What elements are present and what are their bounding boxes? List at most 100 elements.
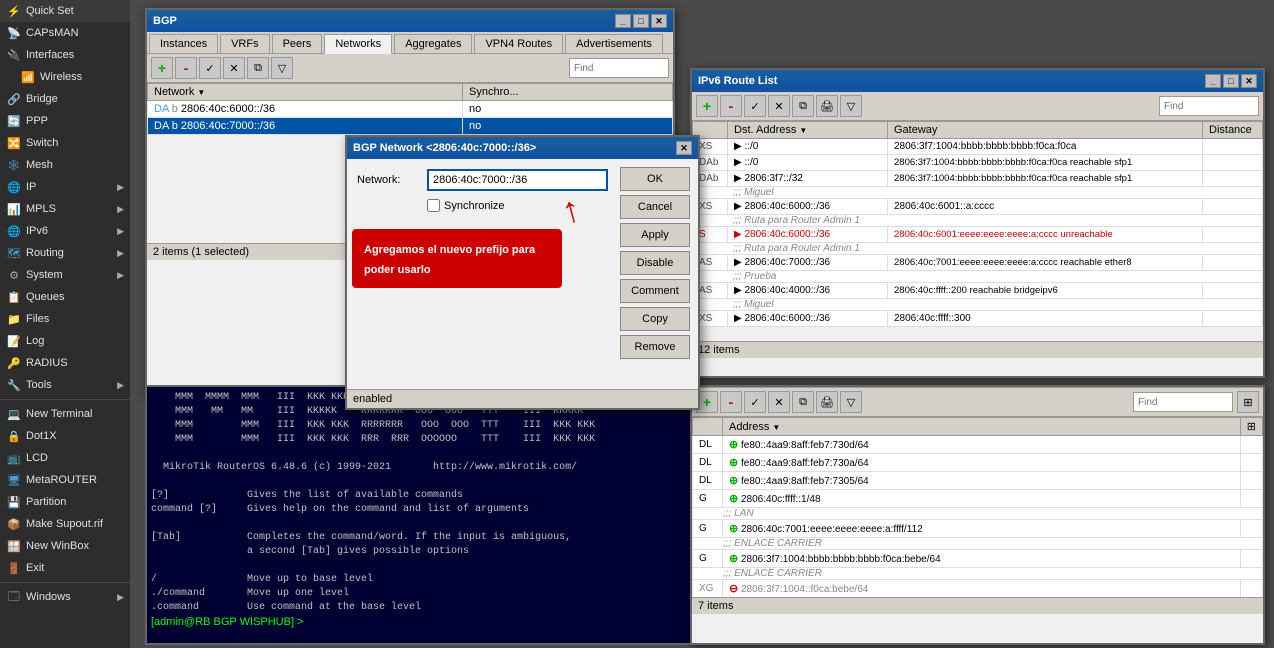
- table-row[interactable]: G ⊕ 2806:40c:7001:eeee:eeee:eeee:a:ffff/…: [693, 520, 1263, 538]
- sidebar-item-queues[interactable]: 📋 Queues: [0, 286, 130, 308]
- tab-vpn4-routes[interactable]: VPN4 Routes: [474, 34, 563, 53]
- bgp-maximize-button[interactable]: □: [633, 14, 649, 28]
- cross-button[interactable]: ✕: [768, 391, 790, 413]
- sidebar-item-meta-router[interactable]: 🖥 MetaROUTER: [0, 469, 130, 491]
- table-row[interactable]: DL ⊕ fe80::4aa9:8aff:feb7:7305/64: [693, 472, 1263, 490]
- add-button[interactable]: +: [696, 95, 718, 117]
- disable-button[interactable]: Disable: [620, 251, 690, 275]
- sidebar-item-routing[interactable]: 🗺 Routing ▶: [0, 242, 130, 264]
- sidebar-item-windows[interactable]: 🗔 Windows ▶: [0, 586, 130, 608]
- table-row[interactable]: DL ⊕ fe80::4aa9:8aff:feb7:730d/64: [693, 436, 1263, 454]
- copy-button[interactable]: ⧉: [792, 95, 814, 117]
- sidebar-item-radius[interactable]: 🔑 RADIUS: [0, 352, 130, 374]
- table-row[interactable]: XS ▶ ::/0 2806:3f7:1004:bbbb:bbbb:bbbb:f…: [693, 139, 1263, 155]
- tab-peers[interactable]: Peers: [272, 34, 323, 53]
- sidebar-item-make-supout[interactable]: 📦 Make Supout.rif: [0, 513, 130, 535]
- table-row[interactable]: DAb ▶ 2806:3f7::/32 2806:3f7:1004:bbbb:b…: [693, 171, 1263, 187]
- copy-button[interactable]: Copy: [620, 307, 690, 331]
- filter-button[interactable]: ▽: [840, 391, 862, 413]
- sidebar-item-bridge[interactable]: 🔗 Bridge: [0, 88, 130, 110]
- sidebar-item-new-terminal[interactable]: 💻 New Terminal: [0, 403, 130, 425]
- print-button[interactable]: 🖨: [816, 95, 838, 117]
- meta-router-icon: 🖥: [6, 472, 22, 488]
- col-network[interactable]: Network ▼: [148, 84, 463, 101]
- tab-vrfs[interactable]: VRFs: [220, 34, 270, 53]
- dialog-close-button[interactable]: ✕: [676, 141, 692, 155]
- check-button[interactable]: ✓: [744, 95, 766, 117]
- check-button[interactable]: ✓: [199, 57, 221, 79]
- remove-button[interactable]: -: [720, 391, 742, 413]
- sidebar-item-ppp[interactable]: 🔄 PPP: [0, 110, 130, 132]
- col-distance[interactable]: Distance: [1203, 122, 1263, 139]
- sidebar-item-new-winbox[interactable]: 🪟 New WinBox: [0, 535, 130, 557]
- table-row[interactable]: AS ▶ 2806:40c:7000::/36 2806:40c:7001:ee…: [693, 255, 1263, 271]
- sidebar-item-dot1x[interactable]: 🔒 Dot1X: [0, 425, 130, 447]
- sidebar-item-exit[interactable]: 🚪 Exit: [0, 557, 130, 579]
- sidebar-item-lcd[interactable]: 📺 LCD: [0, 447, 130, 469]
- table-row[interactable]: S ▶ 2806:40c:6000::/36 2806:40c:6001:eee…: [693, 227, 1263, 243]
- network-input[interactable]: [427, 169, 608, 191]
- comment-button[interactable]: Comment: [620, 279, 690, 303]
- col-address[interactable]: Address ▼: [723, 418, 1241, 436]
- copy-button[interactable]: ⧉: [792, 391, 814, 413]
- sidebar-item-tools[interactable]: 🔧 Tools ▶: [0, 374, 130, 396]
- ipv6-maximize-button[interactable]: □: [1223, 74, 1239, 88]
- table-row[interactable]: DAb ▶ ::/0 2806:3f7:1004:bbbb:bbbb:bbbb:…: [693, 155, 1263, 171]
- addr-search-input[interactable]: [1133, 392, 1233, 412]
- filter-button[interactable]: ▽: [840, 95, 862, 117]
- check-button[interactable]: ✓: [744, 391, 766, 413]
- table-row[interactable]: XS ▶ 2806:40c:6000::/36 2806:40c:6001::a…: [693, 199, 1263, 215]
- sidebar-item-wireless[interactable]: 📶 Wireless: [0, 66, 130, 88]
- col-flags[interactable]: [693, 418, 723, 436]
- table-row[interactable]: G ⊕ 2806:3f7:1004:bbbb:bbbb:bbbb:f0ca:be…: [693, 550, 1263, 568]
- tab-advertisements[interactable]: Advertisements: [565, 34, 663, 53]
- table-row[interactable]: DA b 2806:40c:7000::/36 no: [148, 118, 673, 135]
- table-row[interactable]: G ⊕ 2806:40c:ffff::1/48: [693, 490, 1263, 508]
- sidebar-item-files[interactable]: 📁 Files: [0, 308, 130, 330]
- ipv6-toolbar: + - ✓ ✕ ⧉ 🖨 ▽: [692, 92, 1263, 121]
- apply-button[interactable]: Apply: [620, 223, 690, 247]
- ipv6-close-button[interactable]: ✕: [1241, 74, 1257, 88]
- add-button[interactable]: +: [151, 57, 173, 79]
- sidebar-item-mesh[interactable]: 🕸 Mesh: [0, 154, 130, 176]
- sidebar-item-interfaces[interactable]: 🔌 Interfaces: [0, 44, 130, 66]
- sidebar-item-ip[interactable]: 🌐 IP ▶: [0, 176, 130, 198]
- tab-networks[interactable]: Networks: [324, 34, 392, 54]
- sidebar-item-ipv6[interactable]: 🌐 IPv6 ▶: [0, 220, 130, 242]
- sidebar-item-log[interactable]: 📝 Log: [0, 330, 130, 352]
- bgp-close-button[interactable]: ✕: [651, 14, 667, 28]
- synchronize-checkbox[interactable]: [427, 199, 440, 212]
- sidebar-item-system[interactable]: ⚙ System ▶: [0, 264, 130, 286]
- ok-button[interactable]: OK: [620, 167, 690, 191]
- ipv6-minimize-button[interactable]: _: [1205, 74, 1221, 88]
- table-row[interactable]: XS ▶ 2806:40c:6000::/36 2806:40c:ffff::3…: [693, 311, 1263, 327]
- col-extra[interactable]: ⊞: [1240, 418, 1262, 436]
- remove-button[interactable]: -: [175, 57, 197, 79]
- bgp-minimize-button[interactable]: _: [615, 14, 631, 28]
- table-row[interactable]: DA b 2806:40c:6000::/36 no: [148, 101, 673, 118]
- remove-button[interactable]: -: [720, 95, 742, 117]
- sidebar-item-mpls[interactable]: 📊 MPLS ▶: [0, 198, 130, 220]
- sidebar-item-partition[interactable]: 💾 Partition: [0, 491, 130, 513]
- table-row[interactable]: XG ⊖ 2806:3f7:1004::f0ca:bebe/64: [693, 580, 1263, 598]
- table-row[interactable]: DL ⊕ fe80::4aa9:8aff:feb7:730a/64: [693, 454, 1263, 472]
- col-gateway[interactable]: Gateway: [888, 122, 1203, 139]
- col-synchro[interactable]: Synchro...: [463, 84, 673, 101]
- copy-button[interactable]: ⧉: [247, 57, 269, 79]
- filter-button[interactable]: ▽: [271, 57, 293, 79]
- tab-aggregates[interactable]: Aggregates: [394, 34, 472, 53]
- print-button[interactable]: 🖨: [816, 391, 838, 413]
- tab-instances[interactable]: Instances: [149, 34, 218, 53]
- cross-button[interactable]: ✕: [223, 57, 245, 79]
- sidebar-item-switch[interactable]: 🔀 Switch: [0, 132, 130, 154]
- table-row[interactable]: AS ▶ 2806:40c:4000::/36 2806:40c:ffff::2…: [693, 283, 1263, 299]
- addr-extra-btn[interactable]: ⊞: [1237, 391, 1259, 413]
- remove-button[interactable]: Remove: [620, 335, 690, 359]
- cross-button[interactable]: ✕: [768, 95, 790, 117]
- cancel-button[interactable]: Cancel: [620, 195, 690, 219]
- bgp-search-input[interactable]: [569, 58, 669, 78]
- sidebar-item-capsman[interactable]: 📡 CAPsMAN: [0, 22, 130, 44]
- sidebar-item-quick-set[interactable]: ⚡ Quick Set: [0, 0, 130, 22]
- col-dst[interactable]: Dst. Address ▼: [728, 122, 888, 139]
- ipv6-search-input[interactable]: [1159, 96, 1259, 116]
